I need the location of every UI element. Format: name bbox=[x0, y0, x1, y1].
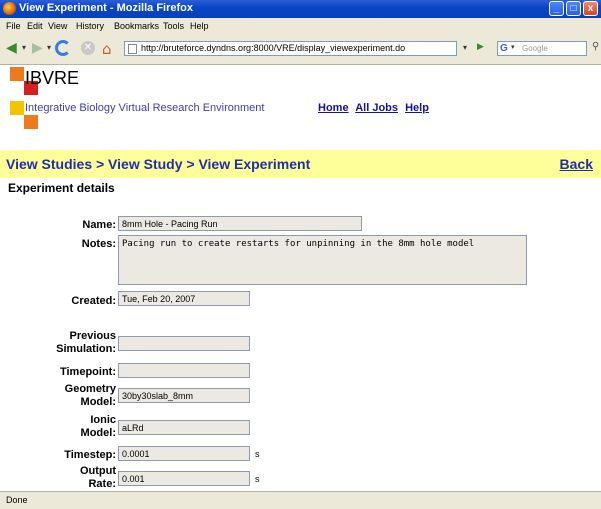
all-jobs-link[interactable]: All Jobs bbox=[355, 102, 398, 114]
created-label: Created: bbox=[71, 295, 116, 307]
navigation-toolbar: ◀ ▾ ▶ ▾ ✕ ⌂ http://bruteforce.dyndns.org… bbox=[0, 34, 601, 65]
maximize-button[interactable]: □ bbox=[566, 1, 581, 16]
address-dropdown-icon[interactable]: ▾ bbox=[463, 43, 467, 52]
menu-bookmarks[interactable]: Bookmarks bbox=[114, 21, 159, 31]
page-icon bbox=[128, 44, 137, 54]
brand-name: IBVRE bbox=[25, 68, 80, 88]
address-bar[interactable]: http://bruteforce.dyndns.org:8000/VRE/di… bbox=[124, 41, 457, 56]
back-link[interactable]: Back bbox=[560, 156, 593, 172]
previous-simulation-field[interactable] bbox=[118, 336, 250, 351]
geometry-model-label-line2: Model: bbox=[80, 396, 116, 408]
output-rate-field[interactable]: 0.001 bbox=[118, 471, 250, 486]
status-text: Done bbox=[6, 495, 28, 505]
search-go-icon[interactable]: ⚲ bbox=[592, 41, 599, 52]
timepoint-label: Timepoint: bbox=[59, 366, 116, 378]
section-title: Experiment details bbox=[8, 181, 115, 195]
status-bar: Done bbox=[0, 491, 601, 509]
previous-simulation-label-line2: Simulation: bbox=[56, 343, 116, 355]
notes-field[interactable]: Pacing run to create restarts for unpinn… bbox=[118, 235, 527, 285]
window-title: View Experiment - Mozilla Firefox bbox=[19, 2, 194, 14]
search-box[interactable]: G ▾ Google bbox=[497, 41, 587, 56]
go-arrow-icon[interactable]: ▶ bbox=[477, 42, 484, 52]
brand-tagline: Integrative Biology Virtual Research Env… bbox=[25, 102, 265, 114]
timestep-unit: s bbox=[255, 449, 260, 459]
search-placeholder: Google bbox=[522, 44, 548, 53]
name-label: Name: bbox=[82, 219, 116, 231]
breadcrumb[interactable]: View Studies > View Study > View Experim… bbox=[6, 156, 310, 172]
reload-icon[interactable] bbox=[55, 40, 71, 56]
forward-dropdown-icon[interactable]: ▾ bbox=[47, 39, 51, 57]
ionic-model-field[interactable]: aLRd bbox=[118, 420, 250, 435]
menu-edit[interactable]: Edit bbox=[27, 21, 43, 31]
menu-tools[interactable]: Tools bbox=[163, 21, 184, 31]
ionic-model-label-line1: Ionic bbox=[90, 414, 116, 426]
back-dropdown-icon[interactable]: ▾ bbox=[22, 39, 26, 57]
previous-simulation-label-line1: Previous bbox=[69, 330, 116, 342]
top-links: Home All Jobs Help bbox=[318, 102, 433, 114]
geometry-model-label-line1: Geometry bbox=[64, 383, 116, 395]
menu-bar: File Edit View History Bookmarks Tools H… bbox=[0, 18, 601, 34]
menu-file[interactable]: File bbox=[6, 21, 21, 31]
breadcrumb-bar: View Studies > View Study > View Experim… bbox=[0, 150, 601, 178]
notes-label: Notes: bbox=[81, 238, 116, 250]
geometry-model-field[interactable]: 30by30slab_8mm bbox=[118, 388, 250, 403]
menu-view[interactable]: View bbox=[48, 21, 67, 31]
output-rate-label-line1: Output bbox=[79, 465, 116, 477]
firefox-icon bbox=[3, 2, 16, 15]
help-link[interactable]: Help bbox=[405, 102, 429, 114]
logo-square-orange bbox=[10, 67, 24, 81]
menu-history[interactable]: History bbox=[76, 21, 104, 31]
address-controls: ▾ ▶ bbox=[459, 41, 493, 56]
home-icon[interactable]: ⌂ bbox=[102, 40, 112, 58]
logo-square-orange-2 bbox=[24, 115, 38, 129]
menu-help[interactable]: Help bbox=[190, 21, 209, 31]
window-titlebar: View Experiment - Mozilla Firefox _ □ x bbox=[0, 0, 601, 18]
back-arrow-icon[interactable]: ◀ bbox=[6, 39, 17, 57]
home-link[interactable]: Home bbox=[318, 102, 349, 114]
timestep-field[interactable]: 0.0001 bbox=[118, 446, 250, 461]
name-field[interactable]: 8mm Hole - Pacing Run bbox=[118, 216, 362, 231]
search-engine-dropdown-icon[interactable]: ▾ bbox=[511, 43, 515, 51]
google-icon: G bbox=[500, 43, 508, 54]
close-button[interactable]: x bbox=[583, 1, 598, 16]
logo-square-yellow bbox=[10, 101, 24, 115]
address-url: http://bruteforce.dyndns.org:8000/VRE/di… bbox=[141, 43, 406, 53]
ionic-model-label-line2: Model: bbox=[80, 427, 116, 439]
output-rate-unit: s bbox=[255, 474, 260, 484]
forward-arrow-icon[interactable]: ▶ bbox=[32, 39, 43, 57]
created-field[interactable]: Tue, Feb 20, 2007 bbox=[118, 291, 250, 306]
output-rate-label-line2: Rate: bbox=[88, 478, 116, 490]
timestep-label: Timestep: bbox=[64, 449, 116, 461]
minimize-button[interactable]: _ bbox=[549, 1, 564, 16]
timepoint-field[interactable] bbox=[118, 363, 250, 378]
stop-icon[interactable]: ✕ bbox=[81, 41, 95, 55]
